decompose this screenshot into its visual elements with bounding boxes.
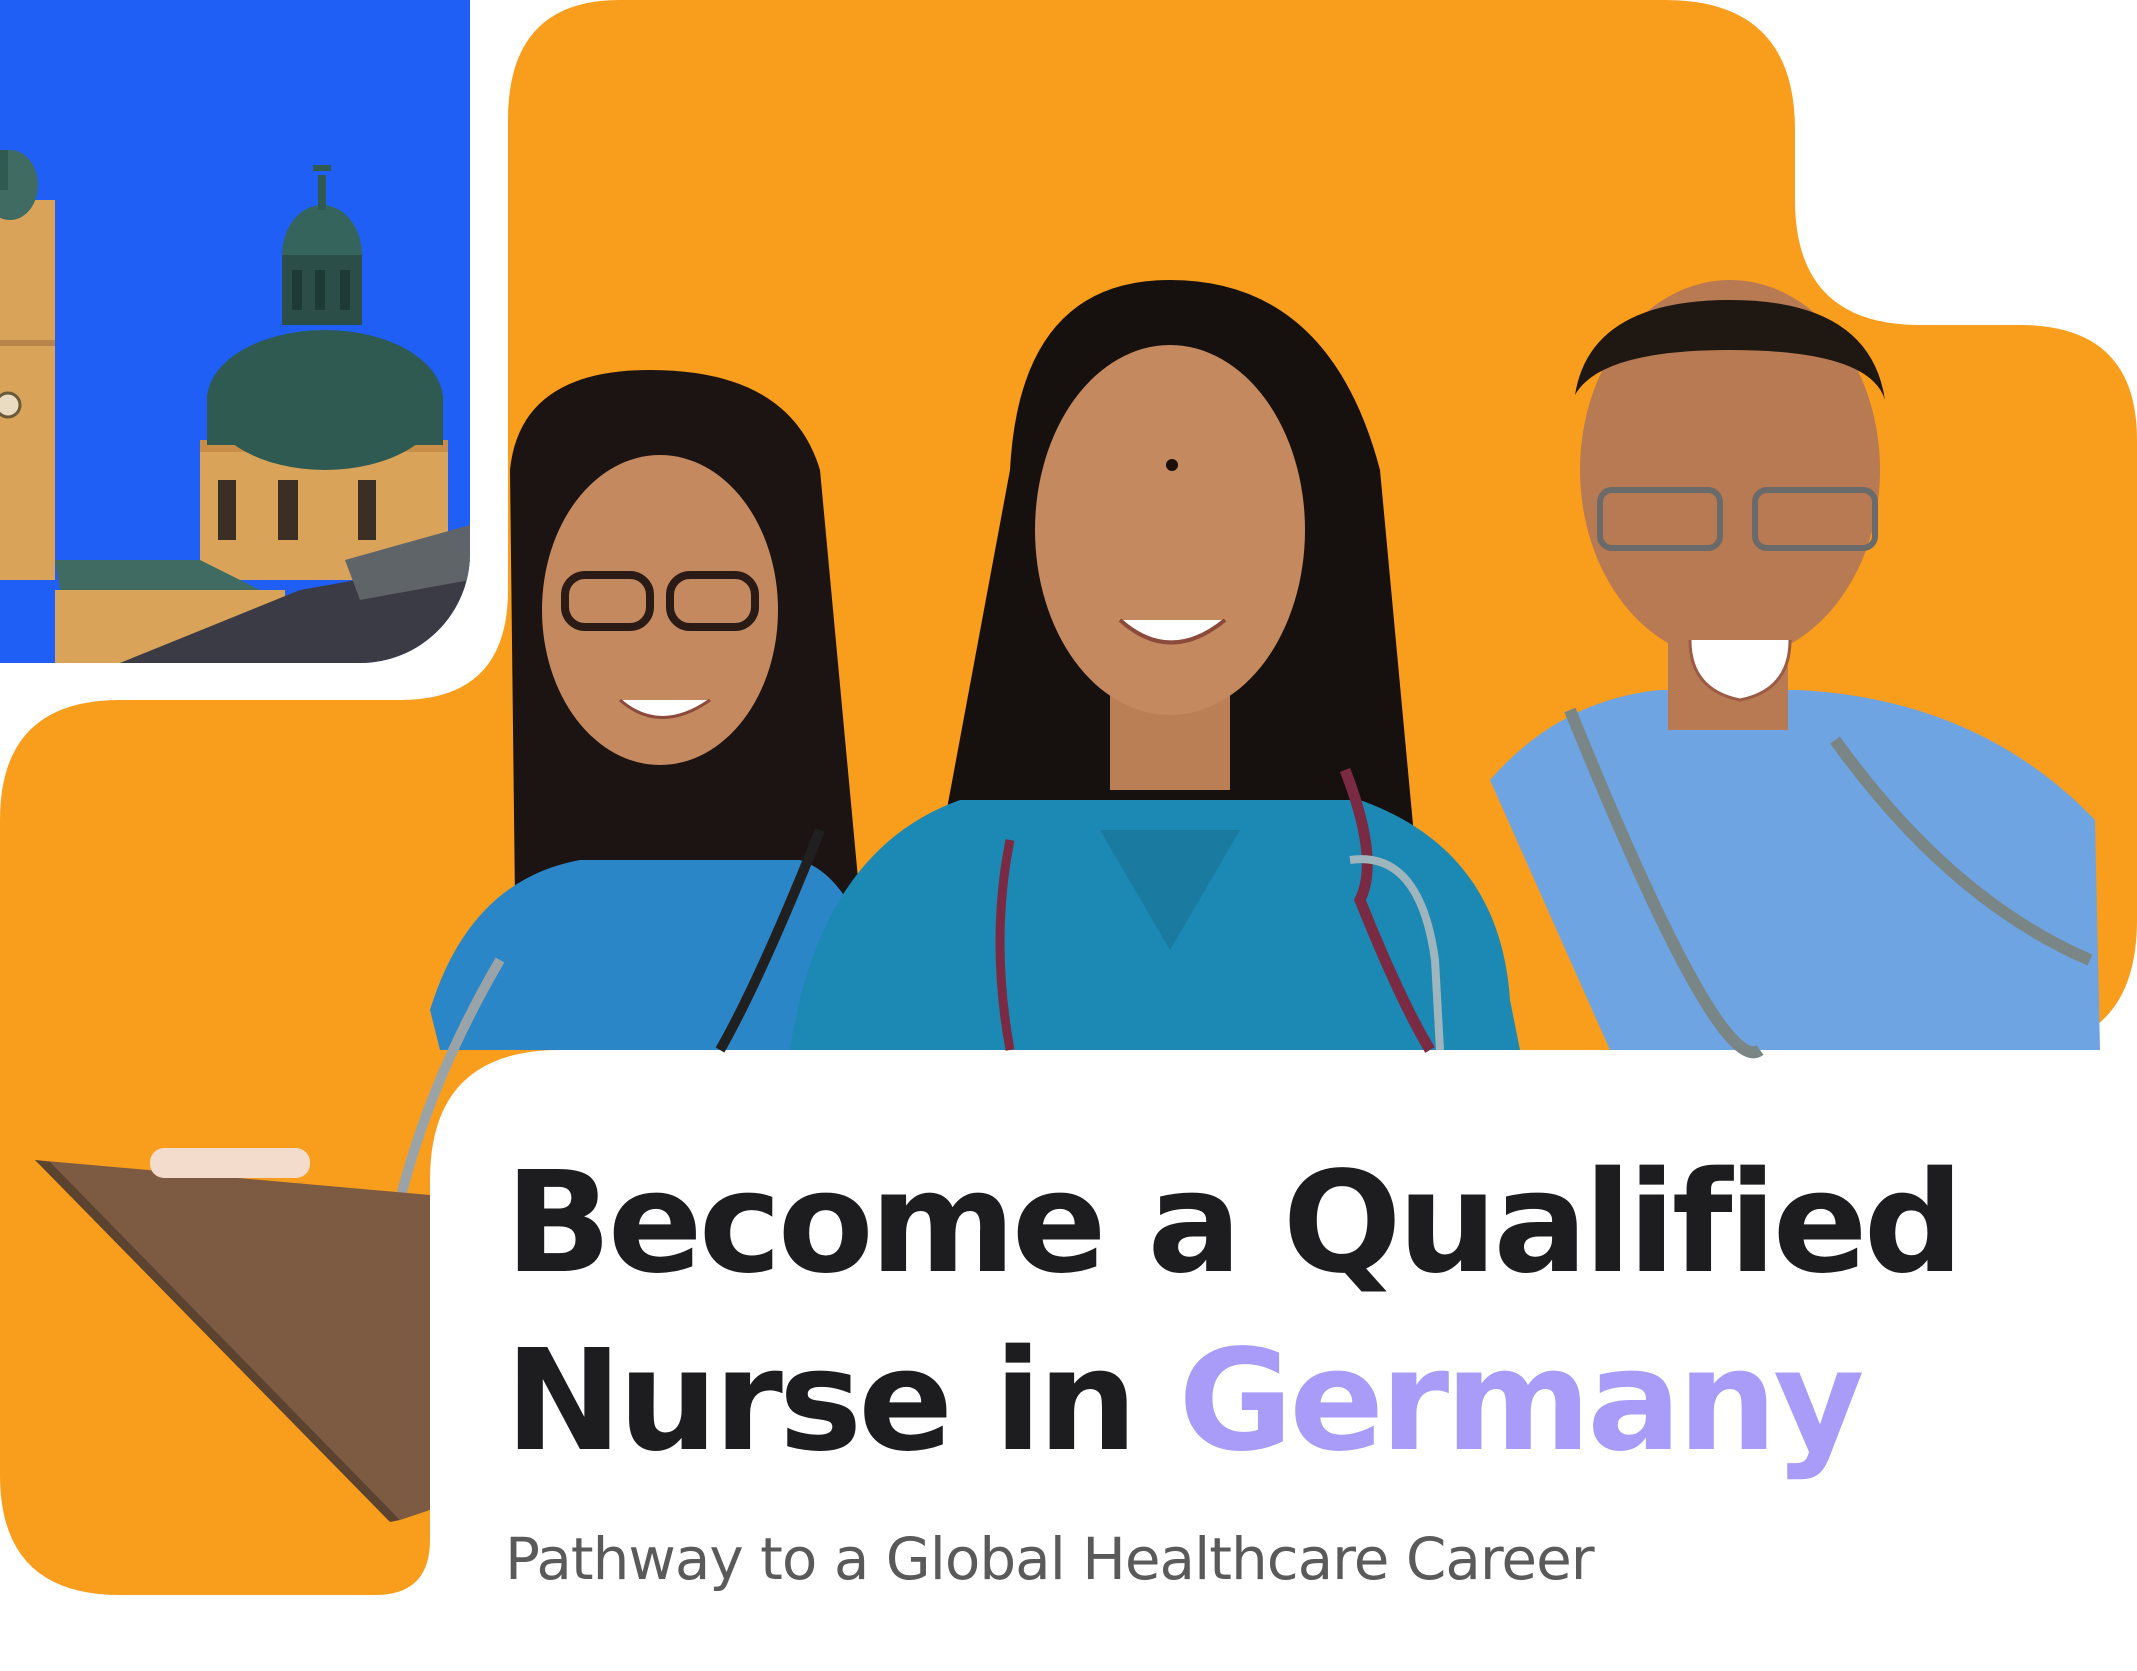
title-accent-germany: Germany	[1178, 1320, 1864, 1483]
clipboard-figure	[35, 1148, 430, 1522]
nurse-woman-left-figure	[395, 370, 880, 1202]
subtitle: Pathway to a Global Healthcare Career	[505, 1525, 1595, 1593]
nurse-man-figure	[1490, 280, 2100, 1059]
title-line-1: Become a Qualified	[505, 1142, 1964, 1305]
nurse-woman-center-figure	[790, 280, 1520, 1053]
hero-banner: Become a Qualified Nurse in Germany Path…	[0, 0, 2137, 1671]
page-title: Become a Qualified Nurse in Germany	[505, 1135, 2065, 1491]
title-line-2-prefix: Nurse in	[505, 1320, 1179, 1483]
